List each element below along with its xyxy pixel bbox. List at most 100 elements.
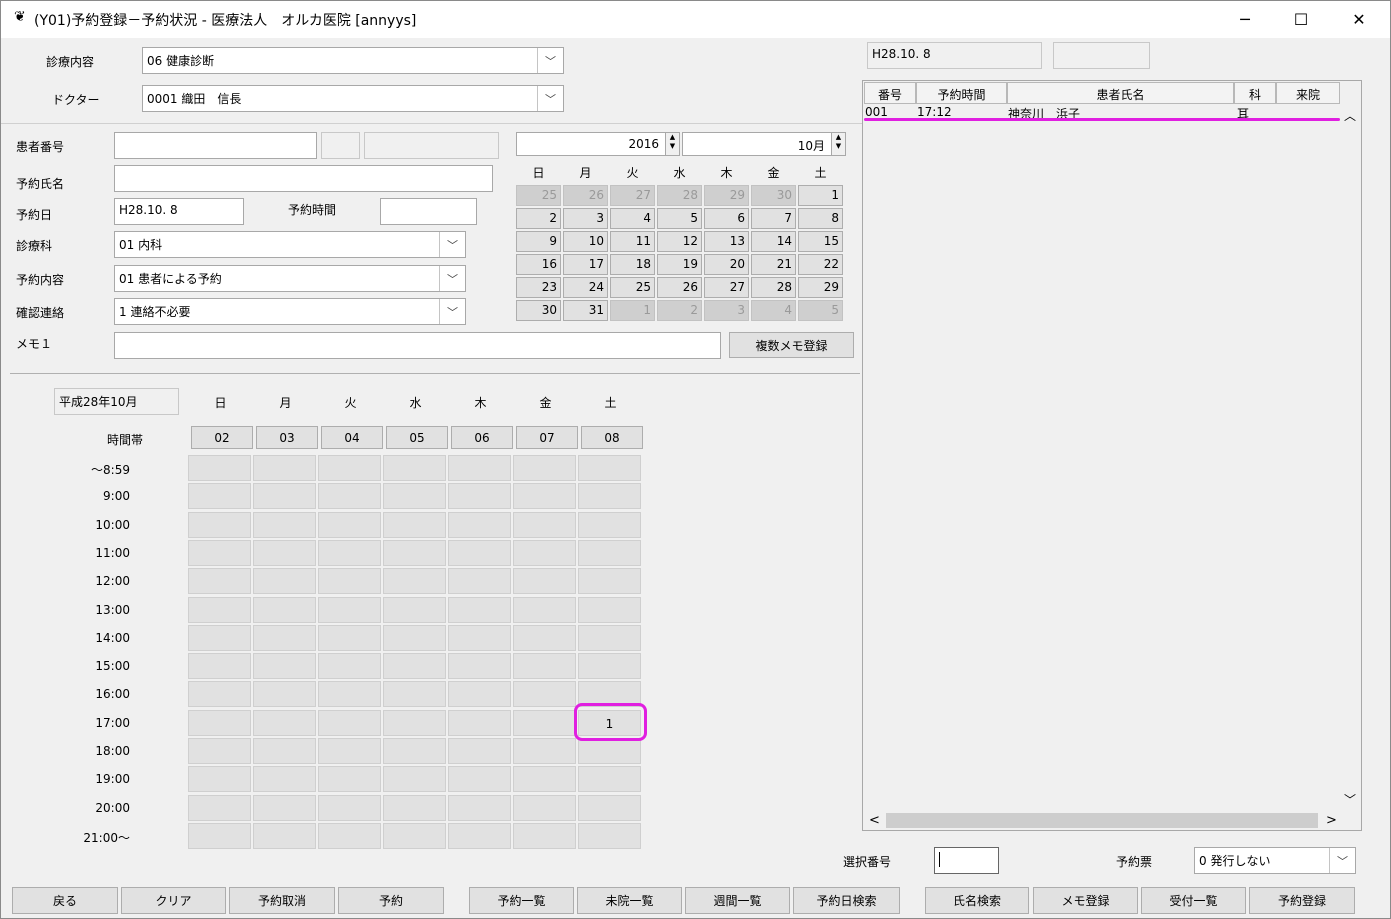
close-button[interactable]: ✕ (1336, 0, 1382, 38)
time-slot-cell[interactable] (578, 653, 641, 680)
time-slot-cell[interactable] (253, 681, 316, 708)
time-slot-cell[interactable] (513, 568, 576, 595)
weekly-date-header-cell[interactable]: 07 (516, 426, 578, 449)
calendar-day-button[interactable]: 6 (704, 208, 749, 229)
chevron-down-icon[interactable]: ﹀ (439, 266, 465, 291)
chevron-down-icon[interactable]: ﹀ (537, 48, 563, 73)
time-slot-cell[interactable] (448, 624, 511, 651)
time-slot-cell[interactable] (253, 738, 316, 764)
time-slot-cell[interactable] (578, 511, 641, 538)
time-slot-cell[interactable] (318, 539, 381, 566)
calendar-day-button[interactable]: 7 (751, 208, 796, 229)
time-slot-cell[interactable] (188, 596, 251, 623)
horizontal-scrollbar[interactable]: < > (864, 811, 1341, 830)
action-button[interactable]: 戻る (12, 887, 118, 914)
time-slot-cell[interactable] (578, 822, 641, 849)
time-slot-cell[interactable] (188, 822, 251, 849)
time-slot-cell[interactable] (253, 794, 316, 821)
action-button[interactable]: 予約 (338, 887, 444, 914)
time-slot-cell[interactable] (188, 709, 251, 736)
calendar-day-button[interactable]: 19 (657, 254, 702, 275)
time-slot-cell[interactable] (383, 568, 446, 595)
time-slot-cell[interactable] (448, 511, 511, 538)
time-slot-cell[interactable] (513, 794, 576, 821)
calendar-day-button[interactable]: 3 (704, 300, 749, 321)
ticket-combo[interactable]: 0 発行しない ﹀ (1194, 847, 1356, 874)
time-slot-cell[interactable] (383, 822, 446, 849)
time-slot-cell[interactable] (578, 455, 641, 481)
time-slot-cell[interactable] (253, 483, 316, 510)
time-slot-cell[interactable] (253, 511, 316, 538)
scrollbar-thumb[interactable] (886, 813, 1318, 828)
time-slot-cell[interactable] (188, 511, 251, 538)
spin-arrows-icon[interactable]: ▲ ▼ (831, 133, 845, 155)
action-button[interactable]: 予約一覧 (469, 887, 574, 914)
time-slot-cell[interactable] (578, 483, 641, 510)
time-slot-cell[interactable] (513, 653, 576, 680)
time-slot-cell[interactable] (383, 681, 446, 708)
action-button[interactable]: 氏名検索 (925, 887, 1029, 914)
action-button[interactable]: 受付一覧 (1141, 887, 1246, 914)
time-slot-cell[interactable] (513, 681, 576, 708)
time-slot-cell[interactable] (578, 766, 641, 793)
time-slot-cell[interactable] (253, 766, 316, 793)
time-slot-cell[interactable] (318, 766, 381, 793)
time-slot-cell[interactable] (318, 681, 381, 708)
vertical-scrollbar[interactable]: ︿ ﹀ (1341, 105, 1361, 811)
time-slot-cell[interactable] (188, 455, 251, 481)
action-button[interactable]: 週間一覧 (685, 887, 790, 914)
calendar-day-button[interactable]: 29 (798, 277, 843, 298)
list-column-header[interactable]: 患者氏名 (1007, 82, 1234, 104)
calendar-day-button[interactable]: 30 (516, 300, 561, 321)
calendar-day-button[interactable]: 21 (751, 254, 796, 275)
time-slot-cell[interactable] (318, 653, 381, 680)
calendar-day-button[interactable]: 4 (610, 208, 655, 229)
time-slot-cell[interactable] (448, 596, 511, 623)
calendar-day-button[interactable]: 5 (798, 300, 843, 321)
time-slot-cell[interactable] (188, 624, 251, 651)
calendar-day-button[interactable]: 27 (704, 277, 749, 298)
list-column-header[interactable]: 番号 (864, 82, 916, 104)
calendar-day-button[interactable]: 28 (751, 277, 796, 298)
memo-input[interactable] (114, 332, 721, 359)
time-slot-cell[interactable] (448, 455, 511, 481)
action-button[interactable]: メモ登録 (1033, 887, 1138, 914)
time-slot-cell[interactable] (513, 539, 576, 566)
time-slot-cell[interactable] (253, 709, 316, 736)
time-slot-cell[interactable] (318, 738, 381, 764)
calendar-day-button[interactable]: 1 (610, 300, 655, 321)
calendar-day-button[interactable]: 31 (563, 300, 608, 321)
confirm-combo[interactable]: 1 連絡不必要 ﹀ (114, 298, 466, 325)
time-slot-cell[interactable] (383, 511, 446, 538)
calendar-day-button[interactable]: 4 (751, 300, 796, 321)
list-column-header[interactable]: 予約時間 (916, 82, 1007, 104)
time-slot-cell[interactable] (513, 709, 576, 736)
time-slot-cell[interactable] (578, 568, 641, 595)
month-spinner[interactable]: 10月 ▲ ▼ (682, 132, 846, 156)
time-slot-cell[interactable] (578, 624, 641, 651)
minimize-button[interactable]: ─ (1222, 0, 1268, 38)
time-slot-cell[interactable] (253, 455, 316, 481)
time-slot-cell[interactable] (188, 653, 251, 680)
select-no-input[interactable] (934, 847, 999, 874)
calendar-day-button[interactable]: 5 (657, 208, 702, 229)
dept-combo[interactable]: 01 内科 ﹀ (114, 231, 466, 258)
time-slot-cell[interactable] (448, 568, 511, 595)
time-slot-cell[interactable] (513, 511, 576, 538)
time-slot-cell[interactable] (383, 624, 446, 651)
time-slot-cell[interactable] (188, 483, 251, 510)
calendar-day-button[interactable]: 15 (798, 231, 843, 252)
weekly-date-header-cell[interactable]: 06 (451, 426, 513, 449)
calendar-day-button[interactable]: 16 (516, 254, 561, 275)
weekly-date-header-cell[interactable]: 05 (386, 426, 448, 449)
time-slot-cell[interactable] (383, 455, 446, 481)
time-slot-cell[interactable] (448, 483, 511, 510)
time-slot-cell[interactable] (383, 596, 446, 623)
time-slot-cell[interactable] (318, 596, 381, 623)
time-slot-cell[interactable] (318, 455, 381, 481)
scroll-right-icon[interactable]: > (1326, 813, 1337, 828)
action-button[interactable]: 未院一覧 (577, 887, 682, 914)
year-spinner[interactable]: 2016 ▲ ▼ (516, 132, 680, 156)
time-slot-cell[interactable] (513, 822, 576, 849)
time-slot-cell[interactable] (383, 738, 446, 764)
